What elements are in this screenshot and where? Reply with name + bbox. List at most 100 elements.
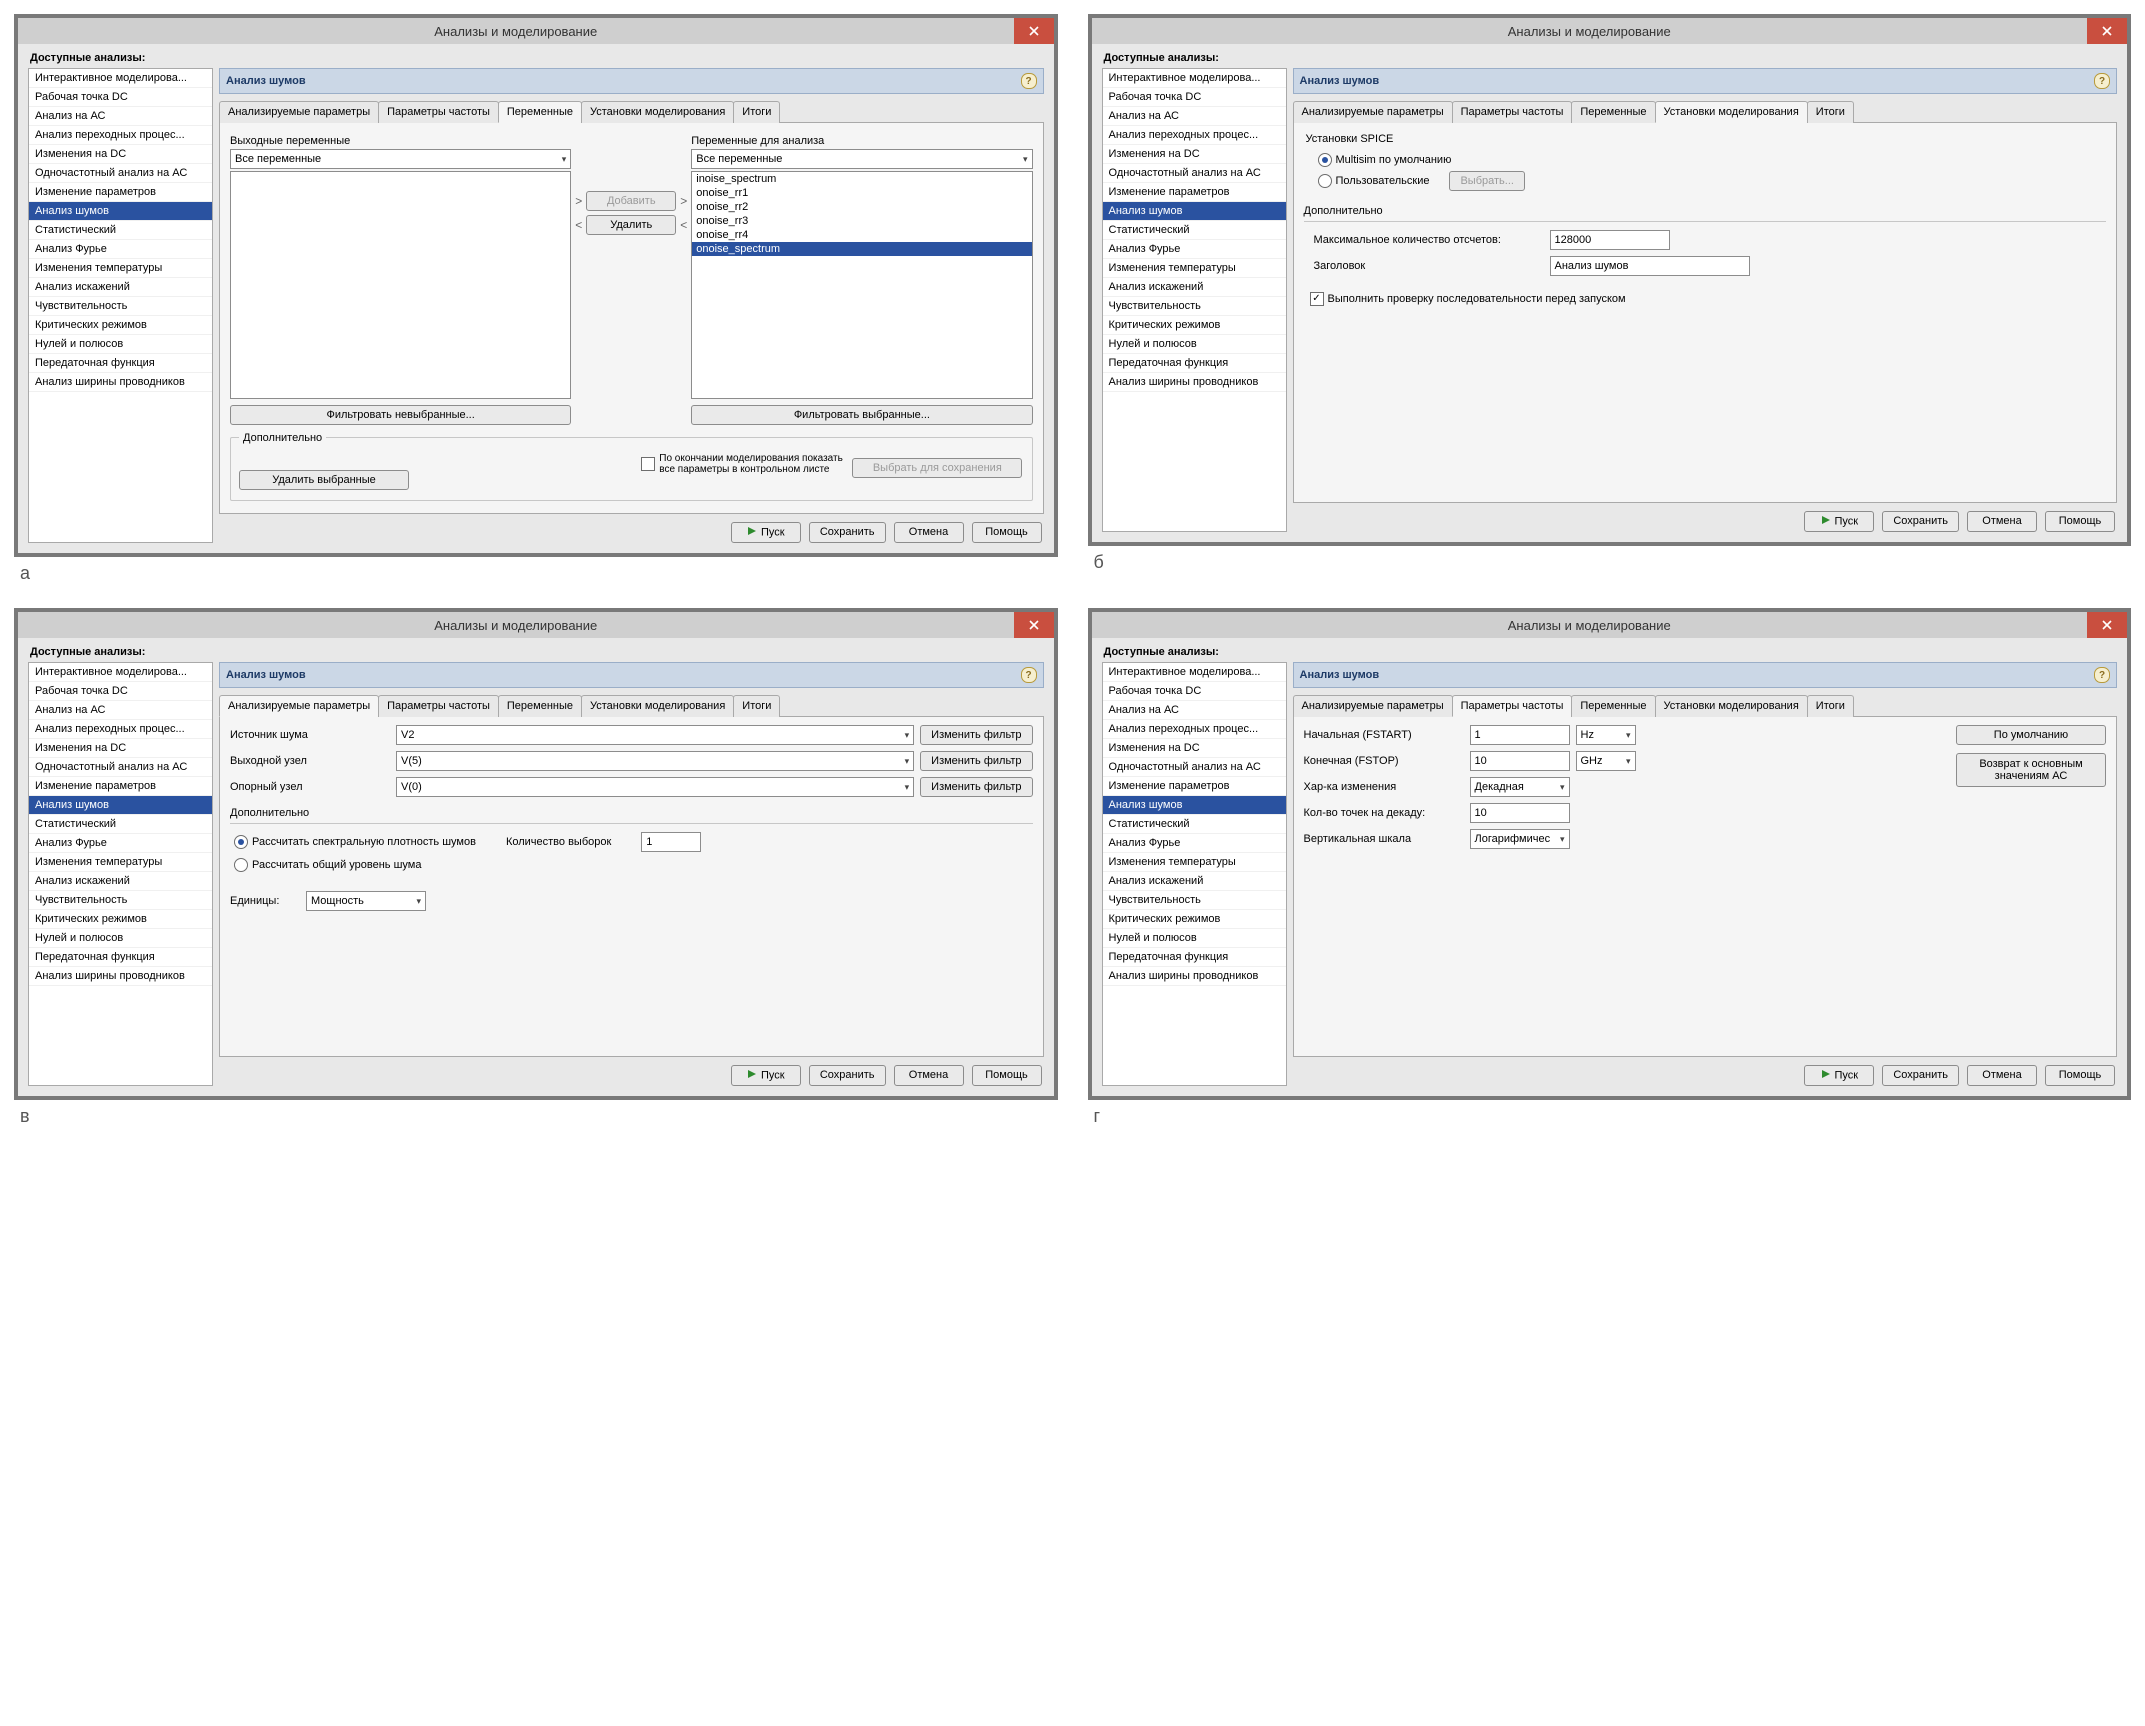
change-filter-1-button[interactable]: Изменить фильтр: [920, 725, 1032, 745]
ref-node-dropdown[interactable]: V(0)▾: [396, 777, 914, 797]
sidebar-item[interactable]: Изменение параметров: [1103, 777, 1286, 796]
sidebar-item[interactable]: Анализ на АС: [1103, 701, 1286, 720]
sidebar-item[interactable]: Интерактивное моделирова...: [29, 69, 212, 88]
sidebar-item[interactable]: Изменения температуры: [1103, 853, 1286, 872]
tab[interactable]: Переменные: [498, 101, 582, 123]
help-button[interactable]: Помощь: [972, 1065, 1042, 1086]
sidebar-item[interactable]: Статистический: [29, 815, 212, 834]
sidebar-item[interactable]: Передаточная функция: [1103, 948, 1286, 967]
sidebar-item[interactable]: Критических режимов: [1103, 316, 1286, 335]
sidebar-item[interactable]: Изменение параметров: [29, 183, 212, 202]
sidebar-item[interactable]: Анализ переходных процес...: [1103, 126, 1286, 145]
sidebar-item[interactable]: Статистический: [1103, 815, 1286, 834]
fstart-input[interactable]: 1: [1470, 725, 1570, 745]
list-item[interactable]: onoise_rr2: [692, 200, 1031, 214]
sidebar-item[interactable]: Изменения температуры: [29, 853, 212, 872]
run-button[interactable]: Пуск: [731, 1065, 801, 1086]
sidebar-item[interactable]: Изменения температуры: [1103, 259, 1286, 278]
radio-spectral[interactable]: Рассчитать спектральную плотность шумов: [234, 835, 476, 849]
vscale-dropdown[interactable]: Логарифмичес▾: [1470, 829, 1570, 849]
out-node-dropdown[interactable]: V(5)▾: [396, 751, 914, 771]
fstart-unit-dropdown[interactable]: Hz▾: [1576, 725, 1636, 745]
tab[interactable]: Параметры частоты: [378, 695, 499, 717]
sidebar-item[interactable]: Интерактивное моделирова...: [1103, 69, 1286, 88]
tab[interactable]: Параметры частоты: [378, 101, 499, 123]
out-vars-dropdown[interactable]: Все переменные▾: [230, 149, 571, 169]
tab[interactable]: Параметры частоты: [1452, 695, 1573, 717]
help-icon[interactable]: ?: [1021, 73, 1037, 89]
change-filter-2-button[interactable]: Изменить фильтр: [920, 751, 1032, 771]
sidebar-item[interactable]: Анализ переходных процес...: [29, 720, 212, 739]
list-item[interactable]: onoise_rr4: [692, 228, 1031, 242]
close-icon[interactable]: [2087, 18, 2127, 44]
tab[interactable]: Анализируемые параметры: [1293, 101, 1453, 123]
help-icon[interactable]: ?: [2094, 667, 2110, 683]
run-button[interactable]: Пуск: [731, 522, 801, 543]
tab[interactable]: Установки моделирования: [581, 101, 734, 123]
sidebar-item[interactable]: Анализ на АС: [29, 701, 212, 720]
cancel-button[interactable]: Отмена: [894, 522, 964, 543]
sidebar-item[interactable]: Изменения на DC: [29, 739, 212, 758]
show-after-sim-checkbox[interactable]: По окончании моделирования показать все …: [641, 453, 849, 475]
sidebar-item[interactable]: Критических режимов: [29, 316, 212, 335]
sidebar-item[interactable]: Анализ ширины проводников: [1103, 967, 1286, 986]
analyses-sidebar-c[interactable]: Интерактивное моделирова...Рабочая точка…: [28, 662, 213, 1086]
sidebar-item[interactable]: Нулей и полюсов: [29, 929, 212, 948]
list-item[interactable]: inoise_spectrum: [692, 172, 1031, 186]
analyses-sidebar-a[interactable]: Интерактивное моделирова...Рабочая точка…: [28, 68, 213, 543]
noise-source-dropdown[interactable]: V2▾: [396, 725, 914, 745]
sidebar-item[interactable]: Чувствительность: [29, 891, 212, 910]
analysis-title-input[interactable]: Анализ шумов: [1550, 256, 1750, 276]
tab[interactable]: Переменные: [1571, 101, 1655, 123]
sidebar-item[interactable]: Рабочая точка DC: [29, 88, 212, 107]
sidebar-item[interactable]: Анализ шумов: [1103, 796, 1286, 815]
sidebar-item[interactable]: Критических режимов: [29, 910, 212, 929]
sidebar-item[interactable]: Анализ шумов: [1103, 202, 1286, 221]
sidebar-item[interactable]: Изменения температуры: [29, 259, 212, 278]
sidebar-item[interactable]: Изменение параметров: [29, 777, 212, 796]
sidebar-item[interactable]: Чувствительность: [1103, 297, 1286, 316]
sidebar-item[interactable]: Анализ искажений: [29, 872, 212, 891]
tab[interactable]: Параметры частоты: [1452, 101, 1573, 123]
remove-button[interactable]: Удалить: [586, 215, 676, 235]
out-vars-listbox[interactable]: [230, 171, 571, 399]
list-item[interactable]: onoise_rr1: [692, 186, 1031, 200]
filter-unselected-button[interactable]: Фильтровать невыбранные...: [230, 405, 571, 425]
reset-ac-button[interactable]: Возврат к основным значениям АС: [1956, 753, 2106, 787]
sidebar-item[interactable]: Нулей и полюсов: [1103, 335, 1286, 354]
fstop-unit-dropdown[interactable]: GHz▾: [1576, 751, 1636, 771]
tab[interactable]: Установки моделирования: [1655, 101, 1808, 123]
help-button[interactable]: Помощь: [972, 522, 1042, 543]
tab[interactable]: Переменные: [498, 695, 582, 717]
sidebar-item[interactable]: Анализ на АС: [29, 107, 212, 126]
sidebar-item[interactable]: Анализ переходных процес...: [1103, 720, 1286, 739]
samples-input[interactable]: 1: [641, 832, 701, 852]
radio-total[interactable]: Рассчитать общий уровень шума: [234, 858, 421, 872]
sidebar-item[interactable]: Анализ ширины проводников: [1103, 373, 1286, 392]
run-button[interactable]: Пуск: [1804, 1065, 1874, 1086]
radio-custom[interactable]: Пользовательские: [1318, 174, 1430, 188]
sidebar-item[interactable]: Передаточная функция: [1103, 354, 1286, 373]
tab[interactable]: Установки моделирования: [1655, 695, 1808, 717]
tab[interactable]: Итоги: [733, 101, 780, 123]
sidebar-item[interactable]: Одночастотный анализ на АС: [1103, 164, 1286, 183]
sidebar-item[interactable]: Анализ искажений: [1103, 278, 1286, 297]
sidebar-item[interactable]: Интерактивное моделирова...: [1103, 663, 1286, 682]
sidebar-item[interactable]: Одночастотный анализ на АС: [29, 758, 212, 777]
save-for-button[interactable]: Выбрать для сохранения: [852, 458, 1022, 478]
sidebar-item[interactable]: Анализ искажений: [29, 278, 212, 297]
cancel-button[interactable]: Отмена: [894, 1065, 964, 1086]
fstop-input[interactable]: 10: [1470, 751, 1570, 771]
sidebar-item[interactable]: Изменение параметров: [1103, 183, 1286, 202]
sidebar-item[interactable]: Анализ Фурье: [29, 834, 212, 853]
anal-vars-listbox[interactable]: inoise_spectrumonoise_rr1onoise_rr2onois…: [691, 171, 1032, 399]
sidebar-item[interactable]: Передаточная функция: [29, 948, 212, 967]
help-button[interactable]: Помощь: [2045, 1065, 2115, 1086]
sweep-dropdown[interactable]: Декадная▾: [1470, 777, 1570, 797]
sidebar-item[interactable]: Изменения на DC: [29, 145, 212, 164]
sidebar-item[interactable]: Нулей и полюсов: [1103, 929, 1286, 948]
sidebar-item[interactable]: Рабочая точка DC: [1103, 88, 1286, 107]
radio-multisim-default[interactable]: Multisim по умолчанию: [1318, 153, 1452, 167]
tab[interactable]: Установки моделирования: [581, 695, 734, 717]
help-button[interactable]: Помощь: [2045, 511, 2115, 532]
